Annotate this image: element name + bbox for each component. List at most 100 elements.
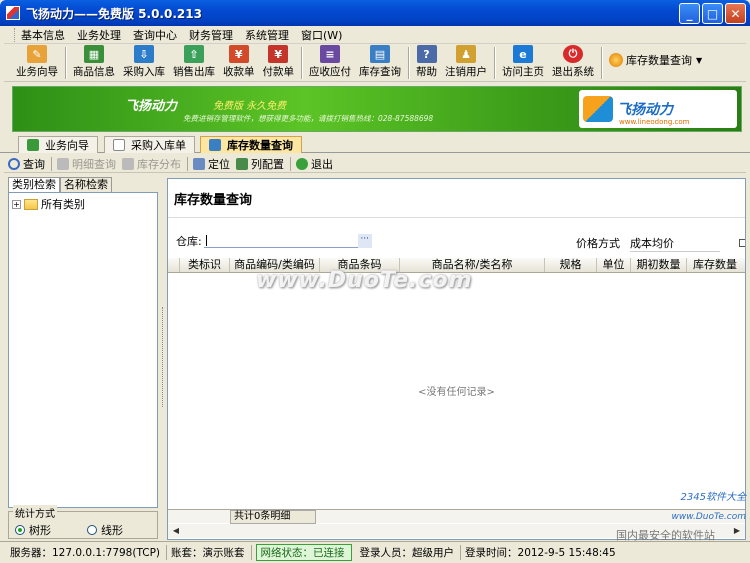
menu-grip [14,27,17,42]
tab-stock-quantity[interactable]: 库存数量查询 [200,136,302,153]
tab-label: 采购入库单 [131,139,186,152]
tab-name-search[interactable]: 名称检索 [60,177,112,192]
warehouse-label: 仓库: [176,235,202,248]
tree-node-all-categories[interactable]: + 所有类别 [9,193,157,212]
wizard-icon: ✎ [27,45,47,63]
logo-text: 飞扬动力 [617,102,673,118]
menu-business[interactable]: 业务处理 [77,27,121,43]
toolbar-receivable-button[interactable]: ≡ 应收应付 [305,44,355,79]
tree-node-label: 所有类别 [41,198,85,211]
menu-query-center[interactable]: 查询中心 [133,27,177,43]
help-icon: ? [416,45,437,63]
banner-free-text: 免费版 永久免费 [213,101,287,112]
stock-distribution-button[interactable]: 库存分布 [122,156,181,172]
column-header[interactable]: 期初数量 [631,258,687,272]
empty-state-text: <没有任何记录> [418,387,495,398]
watermark-text: www.DuoTe.com [256,268,473,293]
column-header[interactable]: 库存数量 [687,258,743,272]
statistics-mode-group: 统计方式 树形 线形 [8,505,158,539]
column-header[interactable]: 单位 [597,258,631,272]
locate-button[interactable]: 定位 [193,156,230,172]
tab-wizard[interactable]: 业务向导 [18,136,98,153]
payment-icon: ¥ [268,45,289,63]
splitter-grip [162,307,164,407]
logo-mark-icon [583,96,613,122]
purchase-icon: ⇩ [134,45,154,63]
toolbar-receipt-button[interactable]: ¥ 收款单 [219,44,259,79]
minimize-button[interactable]: _ [679,3,700,24]
toolbar-separator [187,156,188,171]
stock-quantity-icon [609,53,623,67]
record-count: 共计0条明细 [230,510,316,524]
banner-slogan: 飞扬动力 [125,99,178,114]
dropdown-label: 库存数量查询 [626,54,692,67]
toolbar-label: 业务向导 [16,66,58,78]
scroll-left-icon[interactable]: ◀ [170,525,182,537]
price-method-value[interactable]: 成本均价 [630,235,720,252]
grid-icon [209,139,221,151]
toolbar-goods-button[interactable]: ▦ 商品信息 [69,44,119,79]
detail-query-button[interactable]: 明细查询 [57,156,116,172]
toolbar-separator [408,47,409,79]
status-user: 登录人员：超级用户 [356,545,462,560]
menu-bar: 基本信息 业务处理 查询中心 财务管理 系统管理 窗口(W) [4,26,746,44]
toolbar-label: 商品信息 [73,66,115,78]
toolbar-label: 采购入库 [123,66,165,78]
tab-category-search[interactable]: 类别检索 [8,177,60,192]
close-button[interactable]: ✕ [725,3,746,24]
exit-button[interactable]: 退出 [296,156,333,172]
toolbar-exit-button[interactable]: ⏻ 退出系统 [548,44,598,79]
search-mode-tabs: 类别检索 名称检索 [8,177,159,193]
receivable-icon: ≡ [320,45,340,63]
toolbar-homepage-button[interactable]: e 访问主页 [498,44,548,79]
app-icon [6,6,20,20]
toolbar-payment-button[interactable]: ¥ 付款单 [259,44,299,79]
document-icon [113,139,125,151]
column-config-button[interactable]: 列配置 [236,156,284,172]
logo-url: www.lineodong.com [619,118,690,126]
query-button[interactable]: 查询 [8,156,45,172]
radio-label: 树形 [29,524,51,537]
corner-watermark-brand: 2345软件大全 [680,492,746,503]
toolbar-label: 退出系统 [552,66,594,78]
button-label: 列配置 [251,157,284,171]
query-toolbar: 查询 明细查询 库存分布 定位 列配置 退出 [4,155,746,173]
column-header[interactable]: 类标识 [180,258,230,272]
menu-finance[interactable]: 财务管理 [189,27,233,43]
columns-icon [236,157,248,170]
chevron-down-icon: ▼ [696,55,703,65]
browse-ellipsis-button[interactable]: ··· [357,234,372,248]
panel-toggle[interactable] [739,239,745,247]
column-header[interactable]: 规格 [545,258,597,272]
toolbar-sales-button[interactable]: ⇧ 销售出库 [169,44,219,79]
toolbar-stock-query-button[interactable]: ▤ 库存查询 [355,44,405,79]
toolbar-separator [65,47,66,79]
toolbar-wizard-button[interactable]: ✎ 业务向导 [12,44,62,79]
status-login-time: 登录时间：2012-9-5 15:48:45 [465,547,616,559]
menu-window[interactable]: 窗口(W) [301,27,342,43]
goods-icon: ▦ [84,45,104,63]
scroll-right-icon[interactable]: ▶ [731,525,743,537]
toolbar-label: 帮助 [416,66,437,78]
tab-purchase-order[interactable]: 采购入库单 [104,136,195,153]
panel-splitter[interactable] [160,177,166,541]
radio-line-mode[interactable]: 线形 [87,522,123,538]
wizard-icon [27,139,39,151]
menu-basic-info[interactable]: 基本信息 [21,27,65,43]
stock-quantity-dropdown[interactable]: 库存数量查询 ▼ [609,52,702,68]
exit-icon [296,157,308,170]
statistics-mode-legend: 统计方式 [13,505,57,520]
price-method-label: 价格方式 [576,237,620,250]
maximize-button[interactable]: □ [702,3,723,24]
toolbar-purchase-button[interactable]: ⇩ 采购入库 [119,44,169,79]
toolbar-help-button[interactable]: ? 帮助 [412,44,441,79]
divider [168,217,745,218]
menu-system[interactable]: 系统管理 [245,27,289,43]
expand-icon[interactable]: + [12,199,21,209]
warehouse-input[interactable]: ··· [203,234,372,248]
radio-tree-mode[interactable]: 树形 [15,522,51,538]
tab-label: 库存数量查询 [227,139,293,152]
row-indicator-header [168,258,180,272]
toolbar-logout-user-button[interactable]: ♟ 注销用户 [441,44,491,79]
toolbar-label: 收款单 [223,66,255,78]
